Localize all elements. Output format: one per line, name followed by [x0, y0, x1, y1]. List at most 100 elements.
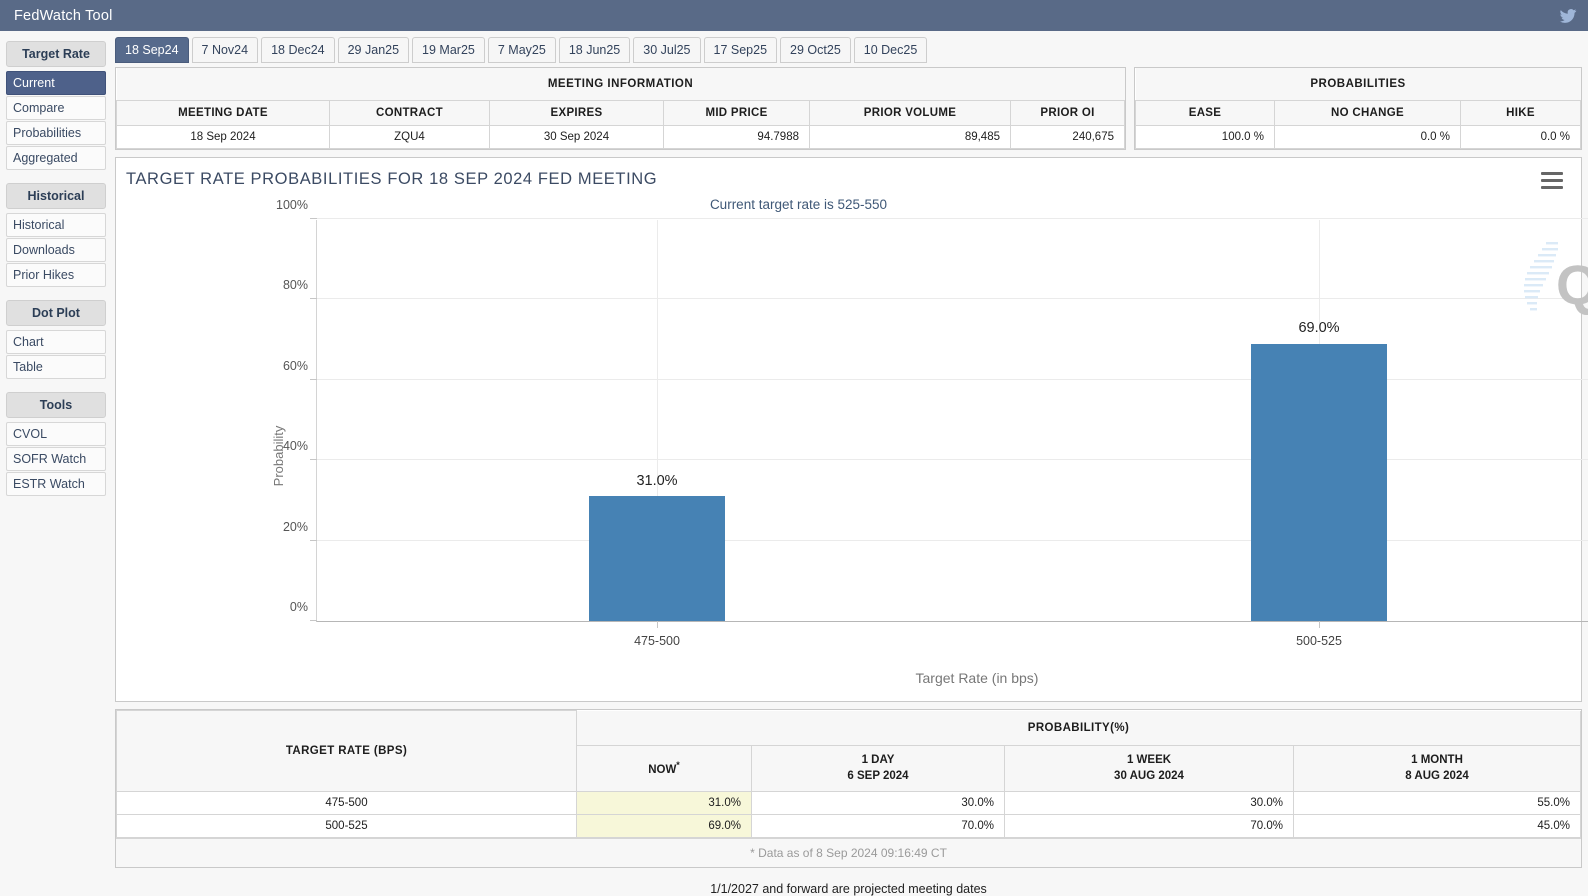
probability-span-header: PROBABILITY(%) — [576, 710, 1581, 746]
sidebar-item-downloads[interactable]: Downloads — [6, 238, 106, 262]
data-as-of-note: * Data as of 8 Sep 2024 09:16:49 CT — [116, 838, 1581, 867]
gridline-40 — [317, 459, 1588, 461]
sidebar-item-sofr-watch[interactable]: SOFR Watch — [6, 447, 106, 471]
table-row: EASE NO CHANGE HIKE — [1135, 100, 1581, 126]
probabilities-panel: PROBABILITIES EASE NO CHANGE HIKE 100.0 … — [1134, 67, 1582, 150]
y-tickmark — [310, 620, 317, 621]
table-row: TARGET RATE (BPS) PROBABILITY(%) — [116, 710, 1581, 792]
bar-500-525[interactable] — [1251, 343, 1387, 621]
tab-7-may25[interactable]: 7 May25 — [487, 37, 556, 63]
cell-expires: 30 Sep 2024 — [489, 125, 664, 149]
sidebar-heading-tools: Tools — [6, 392, 106, 418]
bar-label-500-525: 69.0% — [1298, 320, 1340, 336]
sidebar-item-aggregated[interactable]: Aggregated — [6, 146, 106, 170]
chart-panel: TARGET RATE PROBABILITIES FOR 18 SEP 202… — [115, 157, 1588, 703]
cell-now-475-500: 31.0% — [576, 791, 752, 815]
x-axis-label: Target Rate (in bps) — [915, 670, 1039, 686]
quikstrike-q-logo: Q — [1524, 242, 1588, 316]
x-tick-500-525: 500-525 — [1296, 634, 1342, 648]
tab-7-nov24[interactable]: 7 Nov24 — [191, 37, 259, 63]
sidebar-item-compare[interactable]: Compare — [6, 96, 106, 120]
tab-30-jul25[interactable]: 30 Jul25 — [633, 37, 701, 63]
sidebar-group-target-rate: Target Rate Current Compare Probabilitie… — [6, 41, 106, 170]
twitter-icon[interactable] — [1558, 7, 1578, 25]
y-axis-label: Probability — [270, 425, 286, 486]
meeting-information-table: MEETING INFORMATION MEETING DATE CONTRAC… — [116, 68, 1125, 149]
y-tick-40: 40% — [282, 439, 308, 454]
tab-29-oct25[interactable]: 29 Oct25 — [780, 37, 851, 63]
table-row: MEETING INFORMATION — [116, 68, 1125, 101]
table-row: 18 Sep 2024 ZQU4 30 Sep 2024 94.7988 89,… — [116, 125, 1125, 149]
y-tickmark — [310, 459, 317, 461]
tab-19-mar25[interactable]: 19 Mar25 — [412, 37, 485, 63]
sidebar-item-historical[interactable]: Historical — [6, 213, 106, 237]
sidebar-group-historical: Historical Historical Downloads Prior Hi… — [6, 183, 106, 287]
col-1-day-line1: 1 DAY — [861, 753, 895, 766]
gridline-20 — [317, 539, 1588, 541]
chart-title: TARGET RATE PROBABILITIES FOR 18 SEP 202… — [126, 170, 658, 188]
cell-1month-500-525: 45.0% — [1293, 814, 1581, 838]
y-tick-80: 80% — [282, 278, 308, 293]
table-row: 100.0 % 0.0 % 0.0 % — [1135, 125, 1581, 149]
col-prior-oi: PRIOR OI — [1010, 100, 1125, 126]
hamburger-menu-icon[interactable] — [1541, 172, 1563, 193]
sidebar-item-prior-hikes[interactable]: Prior Hikes — [6, 263, 106, 287]
info-panels-row: MEETING INFORMATION MEETING DATE CONTRAC… — [115, 67, 1582, 150]
tab-17-sep25[interactable]: 17 Sep25 — [703, 37, 778, 63]
x-tickmark — [1319, 621, 1320, 628]
sidebar-item-table[interactable]: Table — [6, 355, 106, 379]
y-tickmark — [310, 218, 317, 219]
sidebar-heading-target-rate: Target Rate — [6, 41, 106, 67]
col-1-day-line2: 6 SEP 2024 — [847, 770, 909, 783]
cell-meeting-date: 18 Sep 2024 — [116, 125, 330, 149]
x-tickmark — [657, 621, 658, 628]
table-row: 475-500 31.0% 30.0% 30.0% 55.0% — [116, 791, 1581, 815]
cell-ease: 100.0 % — [1135, 125, 1275, 149]
app-title: FedWatch Tool — [14, 7, 113, 24]
sidebar-item-probabilities[interactable]: Probabilities — [6, 121, 106, 145]
y-tick-20: 20% — [282, 519, 308, 534]
y-tickmark — [310, 298, 317, 300]
cell-rate-475-500: 475-500 — [116, 791, 577, 815]
col-1-week-line2: 30 AUG 2024 — [1114, 770, 1184, 783]
sidebar-item-current[interactable]: Current — [6, 71, 106, 95]
cell-1month-475-500: 55.0% — [1293, 791, 1581, 815]
gridline-60 — [317, 378, 1588, 380]
sidebar-item-chart[interactable]: Chart — [6, 330, 106, 354]
col-target-rate-bps: TARGET RATE (BPS) — [116, 710, 577, 792]
sidebar-item-estr-watch[interactable]: ESTR Watch — [6, 472, 106, 496]
col-1-day: 1 DAY 6 SEP 2024 — [751, 744, 1005, 793]
probability-history-table: TARGET RATE (BPS) PROBABILITY(%) NOW* 1 … — [116, 710, 1581, 838]
page-body: Target Rate Current Compare Probabilitie… — [0, 31, 1588, 896]
cell-prior-oi: 240,675 — [1010, 125, 1125, 149]
sidebar-item-cvol[interactable]: CVOL — [6, 422, 106, 446]
cell-contract: ZQU4 — [329, 125, 490, 149]
bar-label-475-500: 31.0% — [636, 473, 678, 489]
sidebar-group-tools: Tools CVOL SOFR Watch ESTR Watch — [6, 392, 106, 496]
tab-10-dec25[interactable]: 10 Dec25 — [853, 37, 928, 63]
tab-18-sep24[interactable]: 18 Sep24 — [115, 37, 189, 63]
x-tick-475-500: 475-500 — [634, 634, 680, 648]
meeting-date-tabs: 18 Sep24 7 Nov24 18 Dec24 29 Jan25 19 Ma… — [115, 37, 1582, 63]
tab-18-dec24[interactable]: 18 Dec24 — [261, 37, 335, 63]
cell-prior-volume: 89,485 — [809, 125, 1011, 149]
probabilities-table: PROBABILITIES EASE NO CHANGE HIKE 100.0 … — [1135, 68, 1581, 149]
bar-475-500[interactable] — [589, 496, 725, 621]
sidebar: Target Rate Current Compare Probabilitie… — [0, 31, 112, 896]
svg-text:Q: Q — [1556, 253, 1588, 316]
gridline-80 — [317, 298, 1588, 300]
y-tickmark — [310, 539, 317, 541]
col-prior-volume: PRIOR VOLUME — [809, 100, 1011, 126]
gridline-100 — [317, 218, 1588, 219]
plot-area-wrapper: Probability 100% 80% 60% 40% 20% 0% 31.0… — [116, 198, 1588, 701]
table-row: PROBABILITIES — [1135, 68, 1581, 101]
col-now-star: * — [676, 759, 680, 770]
tab-18-jun25[interactable]: 18 Jun25 — [558, 37, 631, 63]
y-tickmark — [310, 378, 317, 380]
probabilities-header: PROBABILITIES — [1135, 68, 1581, 101]
table-row: 500-525 69.0% 70.0% 70.0% 45.0% — [116, 814, 1581, 838]
cell-mid-price: 94.7988 — [663, 125, 810, 149]
tab-29-jan25[interactable]: 29 Jan25 — [337, 37, 410, 63]
